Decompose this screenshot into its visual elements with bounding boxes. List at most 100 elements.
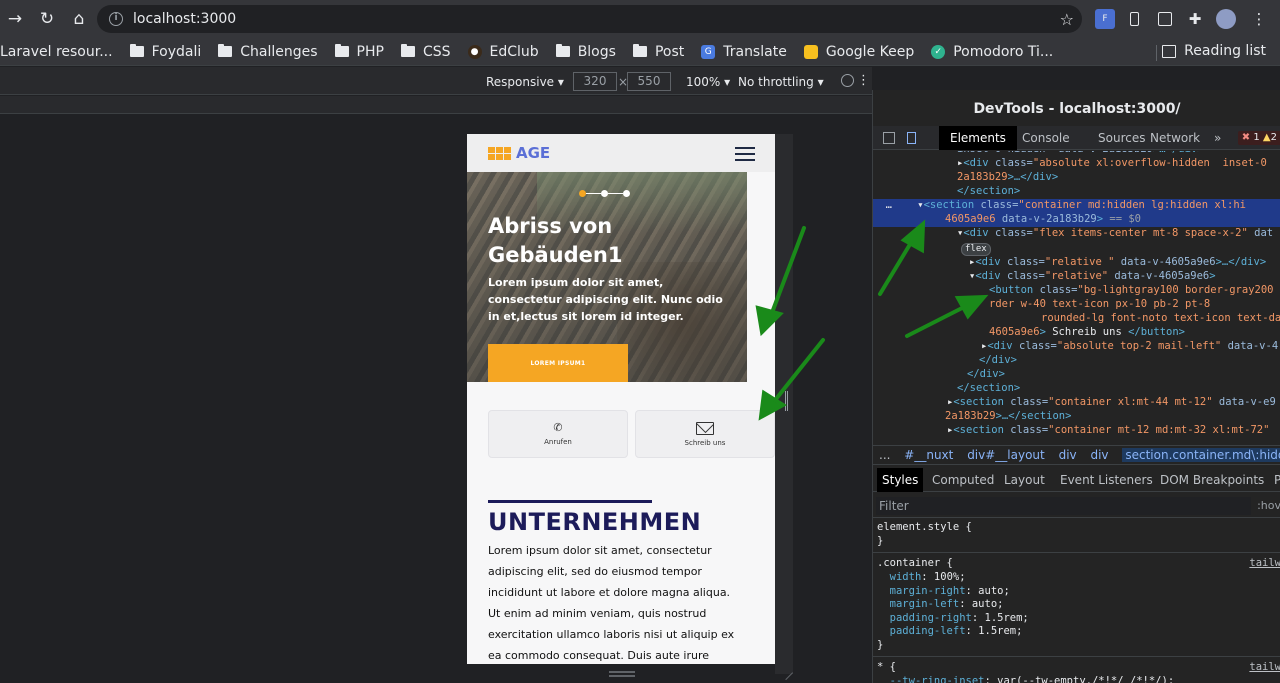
extensions-puzzle-icon[interactable]: ✚ [1185, 9, 1205, 29]
bookmark-blogs[interactable]: Blogs [555, 44, 616, 60]
folder-icon [555, 44, 570, 57]
tab-computed[interactable]: Computed [927, 468, 999, 492]
css-declaration[interactable]: --tw-ring-inset: var(--tw-empty,/*!*/ /*… [877, 675, 1175, 683]
viewport-width-input[interactable]: 320 [573, 72, 617, 91]
tab-event-listeners[interactable]: Event Listeners [1055, 468, 1158, 492]
dom-node[interactable]: <button class="bg-lightgray100 border-gr… [873, 284, 1280, 298]
slider-dot-active[interactable] [579, 190, 586, 197]
folder-icon [400, 44, 415, 57]
tab-styles[interactable]: Styles [877, 468, 924, 492]
container-rule-selector[interactable]: .container { [877, 557, 953, 571]
reload-icon[interactable]: ↻ [34, 6, 60, 32]
bookmark-php[interactable]: PHP [334, 44, 384, 60]
slider-dot[interactable] [601, 190, 608, 197]
dom-breadcrumb: ... #__nuxt div#__layout div div section… [873, 445, 1280, 465]
throttling-dropdown[interactable]: No throttling ▾ [738, 75, 824, 89]
css-declaration[interactable]: margin-left: auto; [877, 598, 1004, 612]
breadcrumb-nuxt[interactable]: #__nuxt [904, 448, 953, 462]
forward-icon[interactable]: → [2, 6, 28, 32]
more-tabs-button[interactable]: » [1203, 126, 1232, 150]
bookmark-post[interactable]: Post [632, 44, 684, 60]
site-info-icon[interactable]: i [109, 12, 123, 26]
site-logo[interactable]: AGE [516, 144, 550, 162]
dom-node-selected[interactable]: 4605a9e6 data-v-2a183b29> == $0 [873, 213, 1280, 227]
dom-node: </div> [979, 354, 1017, 366]
zoom-dropdown[interactable]: 100% ▾ [686, 75, 730, 89]
dom-node[interactable]: ▸<div class="absolute top-2 mail-left" d… [873, 340, 1280, 354]
styles-filter-input[interactable]: Filter [876, 497, 1251, 515]
dom-node[interactable]: ▸<div class="relative " data-v-4605a9e6>… [873, 256, 1280, 270]
bookmark-translate[interactable]: G Translate [701, 44, 787, 60]
css-declaration[interactable]: padding-left: 1.5rem; [877, 625, 1023, 639]
bookmark-pomodoro[interactable]: ✓ Pomodoro Ti... [931, 44, 1053, 60]
styles-filter: Filter :hov [873, 494, 1280, 518]
bookmark-css[interactable]: CSS [400, 44, 451, 60]
bookmark-edclub[interactable]: ● EdClub [467, 44, 539, 60]
slider-dot[interactable] [623, 190, 630, 197]
bookmark-foydali[interactable]: Foydali [129, 44, 201, 60]
tab-console[interactable]: Console [1011, 126, 1081, 150]
breadcrumb-more[interactable]: ... [879, 448, 890, 462]
dom-node[interactable]: ▸<section class="container xl:mt-44 mt-1… [873, 396, 1280, 410]
profile-avatar[interactable] [1216, 9, 1236, 29]
bookmark-challenges[interactable]: Challenges [218, 44, 318, 60]
folder-icon [334, 44, 349, 57]
reading-list-button[interactable]: Reading list [1162, 43, 1266, 59]
dom-tree: inset-0 hidden data-v-2a183b29>…</div> ▸… [873, 151, 1280, 443]
bookmark-laravel[interactable]: Laravel resour... [0, 44, 113, 60]
resize-handle-right[interactable] [785, 391, 788, 411]
bookmarks-bar: Laravel resour... Foydali Challenges PHP… [0, 38, 1280, 66]
dom-node[interactable]: ▾<div class="relative" data-v-4605a9e6> [873, 270, 1280, 284]
phone-extension-icon[interactable] [1124, 9, 1144, 29]
mobile-viewport: AGE Abriss von Gebäuden1 Lorem ipsum dol… [467, 134, 775, 664]
tab-elements[interactable]: Elements [939, 126, 1017, 150]
address-bar[interactable]: i localhost:3000 ☆ [97, 5, 1082, 33]
breadcrumb-div[interactable]: div [1090, 448, 1108, 462]
device-toggle-icon[interactable] [907, 132, 916, 144]
call-button[interactable]: ✆ Anrufen [488, 410, 628, 458]
translate-extension-icon[interactable]: F [1095, 9, 1115, 29]
dom-node: </section> [957, 185, 1021, 197]
universal-rule-selector[interactable]: * { [877, 661, 896, 675]
tab-dom-breakpoints[interactable]: DOM Breakpoints [1155, 468, 1269, 492]
inspect-element-icon[interactable] [883, 132, 895, 144]
hamburger-menu-icon[interactable] [735, 147, 755, 165]
site-header: AGE [467, 134, 775, 172]
tab-properties[interactable]: P [1269, 468, 1280, 492]
tab-layout[interactable]: Layout [999, 468, 1050, 492]
home-icon[interactable]: ⌂ [66, 6, 92, 32]
breadcrumb-section-current[interactable]: section.container.md\:hidden.lg\:hid [1122, 448, 1280, 462]
write-us-button[interactable]: Schreib uns [635, 410, 775, 458]
stylesheet-link[interactable]: tailw [1249, 557, 1280, 571]
device-menu-icon[interactable]: ⋮ [857, 73, 870, 88]
viewport-height-input[interactable]: 550 [627, 72, 671, 91]
css-declaration[interactable]: padding-right: 1.5rem; [877, 612, 1029, 626]
dom-node: </section> [957, 382, 1021, 394]
rotate-icon[interactable] [841, 74, 854, 87]
css-declaration[interactable]: width: 100%; [877, 571, 966, 585]
flex-badge[interactable]: flex [961, 243, 991, 256]
element-style-rule[interactable]: element.style { [877, 521, 972, 535]
stylesheet-link[interactable]: tailw [1249, 661, 1280, 675]
hero-cta-button[interactable]: LOREM IPSUM1 [488, 344, 628, 382]
breadcrumb-div[interactable]: div [1059, 448, 1077, 462]
css-declaration[interactable]: margin-right: auto; [877, 585, 1010, 599]
dom-node[interactable]: ▸<section class="container mt-12 md:mt-3… [873, 424, 1280, 438]
dom-node: 4605a9e6> Schreib uns </button> [989, 326, 1185, 338]
resize-handle-bottom[interactable] [609, 671, 635, 677]
screenshot-extension-icon[interactable] [1155, 9, 1175, 29]
dom-node-selected[interactable]: … ▾<section class="container md:hidden l… [873, 199, 1280, 213]
responsive-dropdown[interactable]: Responsive ▾ [486, 75, 564, 89]
hover-state-toggle[interactable]: :hov [1257, 499, 1280, 512]
dom-node[interactable]: ▸<div class="absolute xl:overflow-hidden… [873, 157, 1280, 171]
menu-kebab-icon[interactable]: ⋮ [1249, 9, 1269, 29]
tab-network[interactable]: Network [1139, 126, 1211, 150]
dom-node[interactable]: ▾<div class="flex items-center mt-8 spac… [873, 227, 1280, 241]
error-badge[interactable]: ✖ 1 ▲2 [1237, 131, 1280, 145]
url-text: localhost:3000 [133, 11, 237, 27]
bookmark-star-icon[interactable]: ☆ [1060, 10, 1074, 29]
bookmark-google-keep[interactable]: Google Keep [803, 44, 914, 60]
logo-icon [488, 146, 511, 160]
breadcrumb-layout[interactable]: div#__layout [967, 448, 1045, 462]
browser-toolbar: → ↻ ⌂ i localhost:3000 ☆ F ✚ ⋮ [0, 0, 1280, 38]
